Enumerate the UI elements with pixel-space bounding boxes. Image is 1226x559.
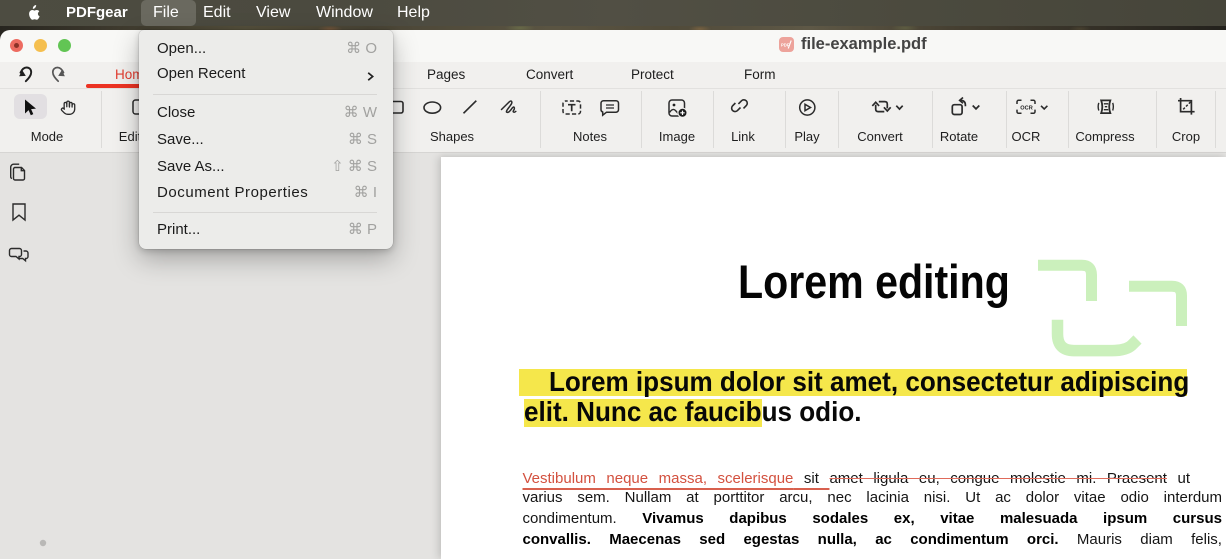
svg-text:OCR: OCR bbox=[1020, 106, 1032, 112]
